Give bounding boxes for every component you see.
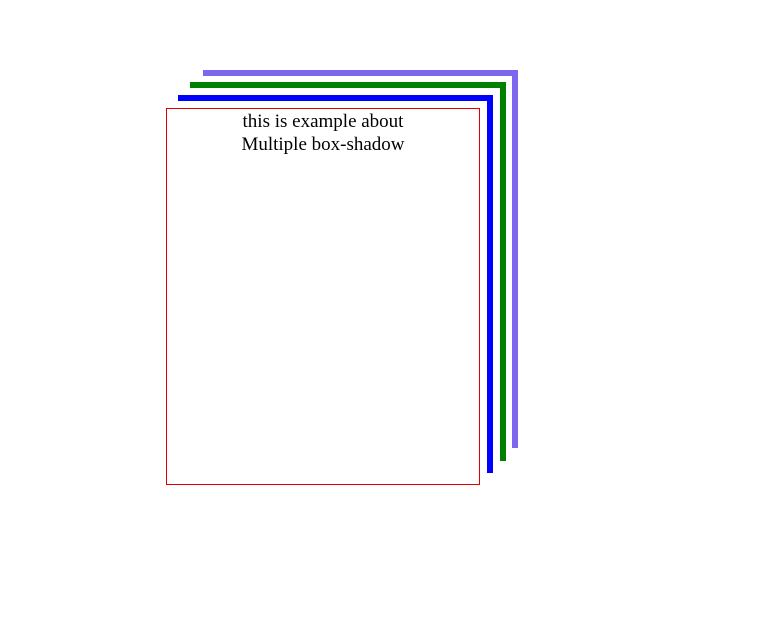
example-box: this is example about Multiple box-shado… <box>166 108 480 485</box>
box-text-line-1: this is example about <box>242 111 404 132</box>
page: this is example about Multiple box-shado… <box>0 0 782 637</box>
box-text-line-2: Multiple box-shadow <box>241 134 405 155</box>
